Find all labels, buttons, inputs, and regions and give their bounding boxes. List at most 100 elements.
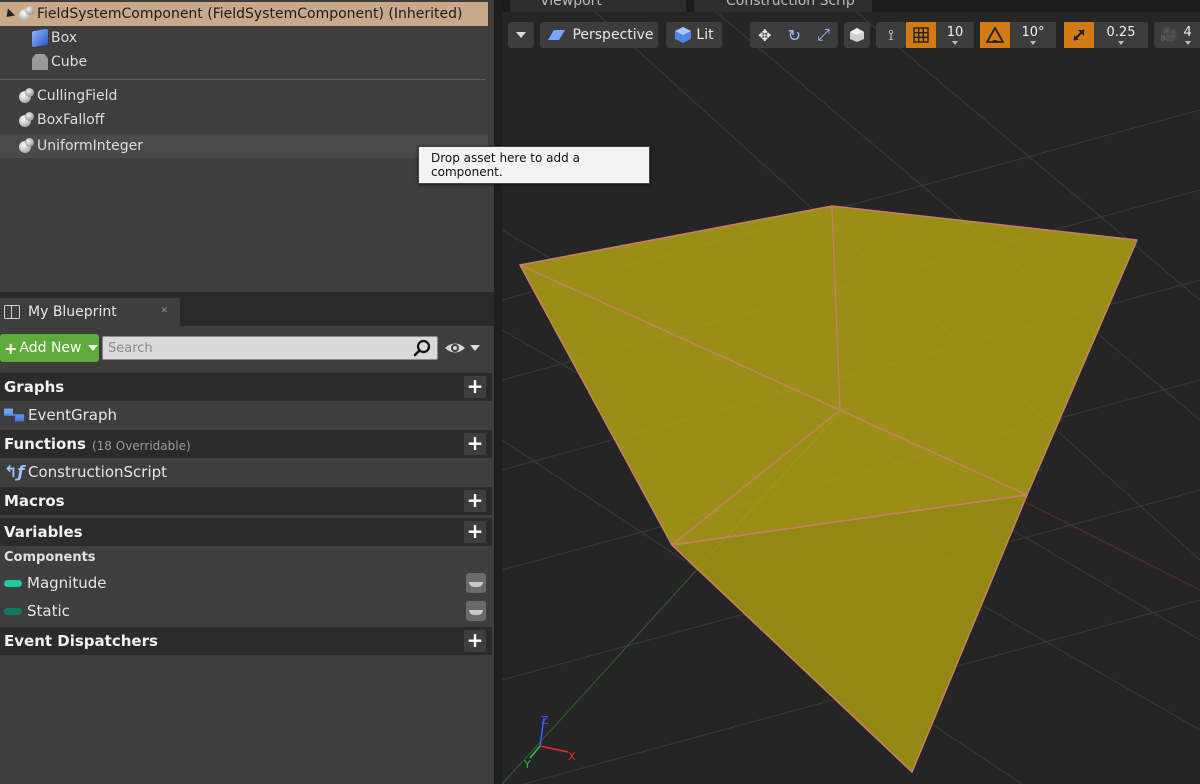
panel-splitter[interactable] <box>494 0 502 784</box>
viewport-toolbar: Perspective Lit ✥ ↻ ⤢ ⟟ 10 10° 0.25 🎥 4 <box>502 20 1200 50</box>
add-macro-button[interactable]: + <box>464 490 486 512</box>
tooltip-text: Drop asset here to add a component. <box>431 151 580 179</box>
section-label: Event Dispatchers <box>4 632 158 650</box>
tree-item-label: UniformInteger <box>37 138 144 154</box>
section-variables[interactable]: Variables + <box>0 518 492 546</box>
lit-button[interactable]: Lit <box>666 22 722 48</box>
box-mesh[interactable] <box>518 205 1139 774</box>
z-axis-label: Z <box>541 714 549 727</box>
viewport-tabstrip: Viewport Construction Scrip <box>502 0 1200 12</box>
tree-item-cube[interactable]: Cube <box>32 50 87 74</box>
field-icon <box>18 88 34 104</box>
tree-item-label: Cube <box>51 54 88 70</box>
translate-icon[interactable]: ✥ <box>758 26 771 45</box>
tree-item-label: Box <box>51 30 78 46</box>
add-variable-button[interactable]: + <box>464 521 486 543</box>
rotate-icon[interactable]: ↻ <box>788 26 801 45</box>
variable-type-pill-icon <box>4 579 22 587</box>
section-graphs[interactable]: Graphs + <box>0 373 492 401</box>
visibility-eye-icon[interactable] <box>466 573 486 593</box>
viewport-canvas[interactable] <box>502 0 1200 784</box>
chevron-down-icon <box>87 345 98 351</box>
book-icon <box>4 305 20 319</box>
tree-item-label: BoxFalloff <box>37 112 105 128</box>
tree-item-uniforminteger[interactable]: UniformInteger <box>0 134 488 158</box>
angle-icon <box>986 27 1004 43</box>
y-axis-label: Y <box>523 758 531 771</box>
coordinate-icon: ⟟ <box>888 26 894 44</box>
variable-type-pill-icon <box>4 607 22 615</box>
tab-my-blueprint[interactable]: My Blueprint ✕ <box>0 298 180 326</box>
lit-label: Lit <box>696 27 714 43</box>
tab-label: Viewport <box>540 0 602 9</box>
camera-speed-label: 4 <box>1183 25 1191 45</box>
grid-icon <box>913 27 929 43</box>
add-function-button[interactable]: + <box>464 433 486 455</box>
tree-item-cullingfield[interactable]: CullingField <box>18 84 117 108</box>
perspective-label: Perspective <box>572 27 654 43</box>
rotation-snap-value-label: 10° <box>1021 25 1044 45</box>
function-icon: ↰ƒ <box>4 462 25 481</box>
add-event-dispatcher-button[interactable]: + <box>464 630 486 652</box>
field-system-icon <box>18 6 34 22</box>
subsection-components: Components <box>4 550 96 565</box>
section-functions[interactable]: Functions (18 Overridable) + <box>0 430 492 458</box>
tree-item-box[interactable]: Box <box>32 26 77 50</box>
tree-item-boxfalloff[interactable]: BoxFalloff <box>18 108 104 132</box>
cube-icon <box>32 54 48 70</box>
viewport-options-button[interactable] <box>508 22 534 48</box>
viewport-scene <box>502 0 1200 784</box>
perspective-button[interactable]: Perspective <box>540 22 658 48</box>
grid-snap-value-label: 10 <box>947 25 964 45</box>
drop-asset-tooltip: Drop asset here to add a component. <box>418 146 650 184</box>
perspective-icon <box>548 30 566 40</box>
close-icon[interactable]: ✕ <box>160 306 168 316</box>
search-icon[interactable] <box>413 339 431 357</box>
item-label: Static <box>27 602 70 620</box>
tree-item-fieldsystemcomponent[interactable]: FieldSystemComponent (FieldSystemCompone… <box>0 2 488 26</box>
tab-label: My Blueprint <box>28 304 117 320</box>
add-new-button[interactable]: + Add New <box>0 334 99 362</box>
tree-item-label: CullingField <box>37 88 118 104</box>
visibility-eye-icon[interactable] <box>466 601 486 621</box>
camera-speed-button[interactable]: 🎥 4 <box>1154 22 1200 48</box>
box-icon <box>32 28 48 48</box>
axis-gizmo: Z X Y <box>523 714 576 771</box>
section-label: Graphs <box>4 378 65 396</box>
list-item-magnitude[interactable]: Magnitude <box>0 569 492 597</box>
list-item-constructionscript[interactable]: ↰ƒ ConstructionScript <box>0 458 492 486</box>
list-item-eventgraph[interactable]: EventGraph <box>0 401 492 429</box>
grid-snap-toggle[interactable] <box>906 22 936 48</box>
section-event-dispatchers[interactable]: Event Dispatchers + <box>0 627 492 655</box>
surface-snapping-button[interactable] <box>844 22 870 48</box>
add-graph-button[interactable]: + <box>464 376 486 398</box>
plus-icon: + <box>4 338 18 358</box>
search-box[interactable] <box>102 336 438 360</box>
chevron-down-icon[interactable] <box>470 345 480 351</box>
scale-snap-value[interactable]: 0.25 <box>1094 22 1148 48</box>
graph-icon <box>4 408 24 422</box>
scale-icon[interactable]: ⤢ <box>817 25 830 45</box>
list-item-static[interactable]: Static <box>0 597 492 625</box>
section-label: Variables <box>4 523 83 541</box>
rotation-snap-value[interactable]: 10° <box>1010 22 1056 48</box>
lit-cube-icon <box>675 27 692 43</box>
item-label: Magnitude <box>27 574 107 592</box>
scale-snap-toggle[interactable] <box>1064 22 1094 48</box>
search-input[interactable] <box>105 338 405 358</box>
tab-viewport[interactable]: Viewport <box>510 0 686 12</box>
transform-tools-group: ✥ ↻ ⤢ <box>750 22 838 48</box>
eye-icon[interactable] <box>444 339 466 357</box>
field-icon <box>18 138 34 154</box>
world-local-toggle[interactable]: ⟟ <box>876 22 906 48</box>
tab-construction-script[interactable]: Construction Scrip <box>694 0 872 12</box>
section-label: Macros <box>4 492 65 510</box>
section-macros[interactable]: Macros + <box>0 487 492 515</box>
camera-speed-icon: 🎥 <box>1160 27 1178 43</box>
expand-arrow-icon[interactable] <box>2 7 16 21</box>
item-label: EventGraph <box>28 406 117 424</box>
scale-snap-value-label: 0.25 <box>1107 25 1136 45</box>
rotation-snap-toggle[interactable] <box>980 22 1010 48</box>
grid-snap-value[interactable]: 10 <box>936 22 974 48</box>
tab-label: Construction Scrip <box>726 0 855 9</box>
